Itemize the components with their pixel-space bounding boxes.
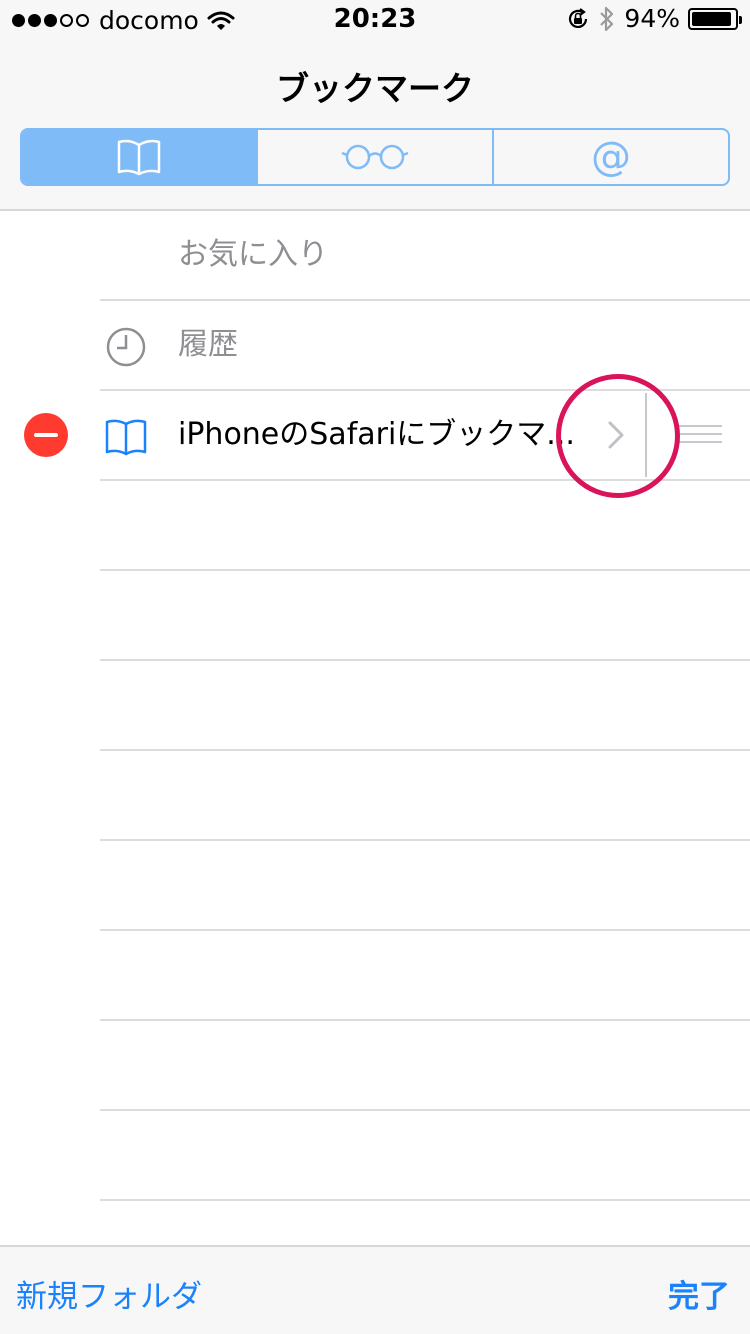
empty-row: [0, 661, 750, 751]
carrier-name: docomo: [99, 6, 199, 35]
history-label: 履歴: [178, 327, 238, 362]
signal-strength-icon: [12, 14, 89, 27]
book-icon: [117, 139, 161, 176]
bookmark-list: お気に入り 履歴 iPhoneのSafariにブックマ...: [0, 211, 750, 1291]
at-sign-icon: @: [591, 134, 631, 180]
glasses-icon: [341, 144, 409, 170]
empty-row: [0, 931, 750, 1021]
bookmark-title: iPhoneのSafariにブックマ...: [178, 417, 575, 452]
bottom-toolbar: 新規フォルダ 完了: [0, 1245, 750, 1334]
status-left: docomo: [12, 6, 235, 35]
list-item-favorites[interactable]: お気に入り: [0, 211, 750, 301]
page-title: ブックマーク: [276, 69, 474, 108]
tab-bookmarks[interactable]: [22, 130, 258, 184]
battery-fill: [692, 11, 732, 26]
list-item-bookmark[interactable]: iPhoneのSafariにブックマ...: [0, 391, 750, 481]
new-folder-button[interactable]: 新規フォルダ: [16, 1271, 202, 1316]
rotation-lock-icon: [569, 7, 588, 28]
empty-row: [0, 841, 750, 931]
reorder-handle-icon[interactable]: [678, 425, 722, 445]
status-right: 94%: [566, 4, 742, 33]
empty-row: [0, 751, 750, 841]
empty-row: [0, 1021, 750, 1111]
battery-percent: 94%: [624, 4, 680, 33]
list-item-history[interactable]: 履歴: [0, 301, 750, 391]
header: docomo 20:23 94% ブックマーク @: [0, 0, 750, 211]
bookmark-segmented-control: @: [20, 128, 730, 186]
bluetooth-icon: [600, 6, 614, 31]
favorites-label: お気に入り: [178, 237, 328, 272]
done-button[interactable]: 完了: [668, 1271, 730, 1316]
empty-row: [0, 481, 750, 571]
empty-row: [0, 1111, 750, 1201]
book-icon: [105, 419, 147, 456]
tab-shared-links[interactable]: @: [494, 130, 728, 184]
tab-reading-list[interactable]: [258, 130, 494, 184]
delete-button[interactable]: [24, 413, 68, 457]
row-divider: [645, 393, 647, 477]
clock-icon: [106, 327, 146, 367]
empty-row: [0, 571, 750, 661]
battery-icon: [688, 7, 742, 30]
chevron-right-icon[interactable]: [604, 415, 630, 455]
status-bar: docomo 20:23 94%: [0, 0, 750, 40]
wifi-icon: [207, 11, 235, 30]
